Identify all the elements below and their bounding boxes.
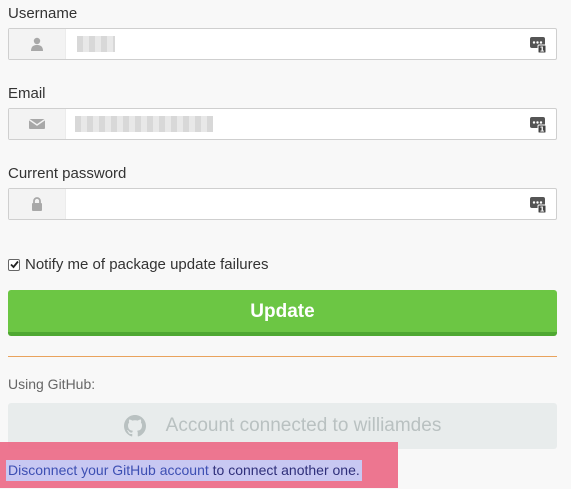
- password-manager-icon[interactable]: 1: [529, 114, 547, 134]
- current-password-label: Current password: [8, 165, 127, 182]
- disconnect-line: Disconnect your GitHub account to connec…: [6, 460, 362, 481]
- check-icon: [9, 260, 19, 269]
- email-input[interactable]: [67, 109, 525, 139]
- username-label: Username: [8, 5, 78, 22]
- github-connected-label: Account connected to williamdes: [165, 415, 442, 436]
- current-password-input[interactable]: [67, 189, 525, 219]
- disconnect-github-link[interactable]: Disconnect your GitHub account: [8, 462, 209, 478]
- username-input[interactable]: [67, 29, 525, 59]
- username-field[interactable]: 1: [8, 28, 557, 60]
- user-icon: [9, 29, 66, 59]
- update-button[interactable]: Update: [8, 290, 557, 336]
- svg-text:1: 1: [540, 126, 545, 134]
- svg-text:1: 1: [540, 206, 545, 214]
- current-password-field[interactable]: 1: [8, 188, 557, 220]
- envelope-icon: [9, 109, 66, 139]
- github-section-label: Using GitHub:: [8, 376, 96, 392]
- lock-icon: [9, 189, 66, 219]
- notify-checkbox-row[interactable]: Notify me of package update failures: [8, 256, 268, 273]
- section-divider: [8, 356, 557, 357]
- password-manager-icon[interactable]: 1: [529, 34, 547, 54]
- svg-text:1: 1: [540, 46, 545, 54]
- notify-checkbox[interactable]: [8, 258, 20, 271]
- notify-checkbox-label: Notify me of package update failures: [25, 256, 269, 273]
- github-icon: [123, 415, 146, 437]
- disconnect-suffix: to connect another one.: [208, 462, 360, 478]
- password-manager-icon[interactable]: 1: [529, 194, 547, 214]
- email-field[interactable]: 1: [8, 108, 557, 140]
- email-label: Email: [8, 85, 46, 102]
